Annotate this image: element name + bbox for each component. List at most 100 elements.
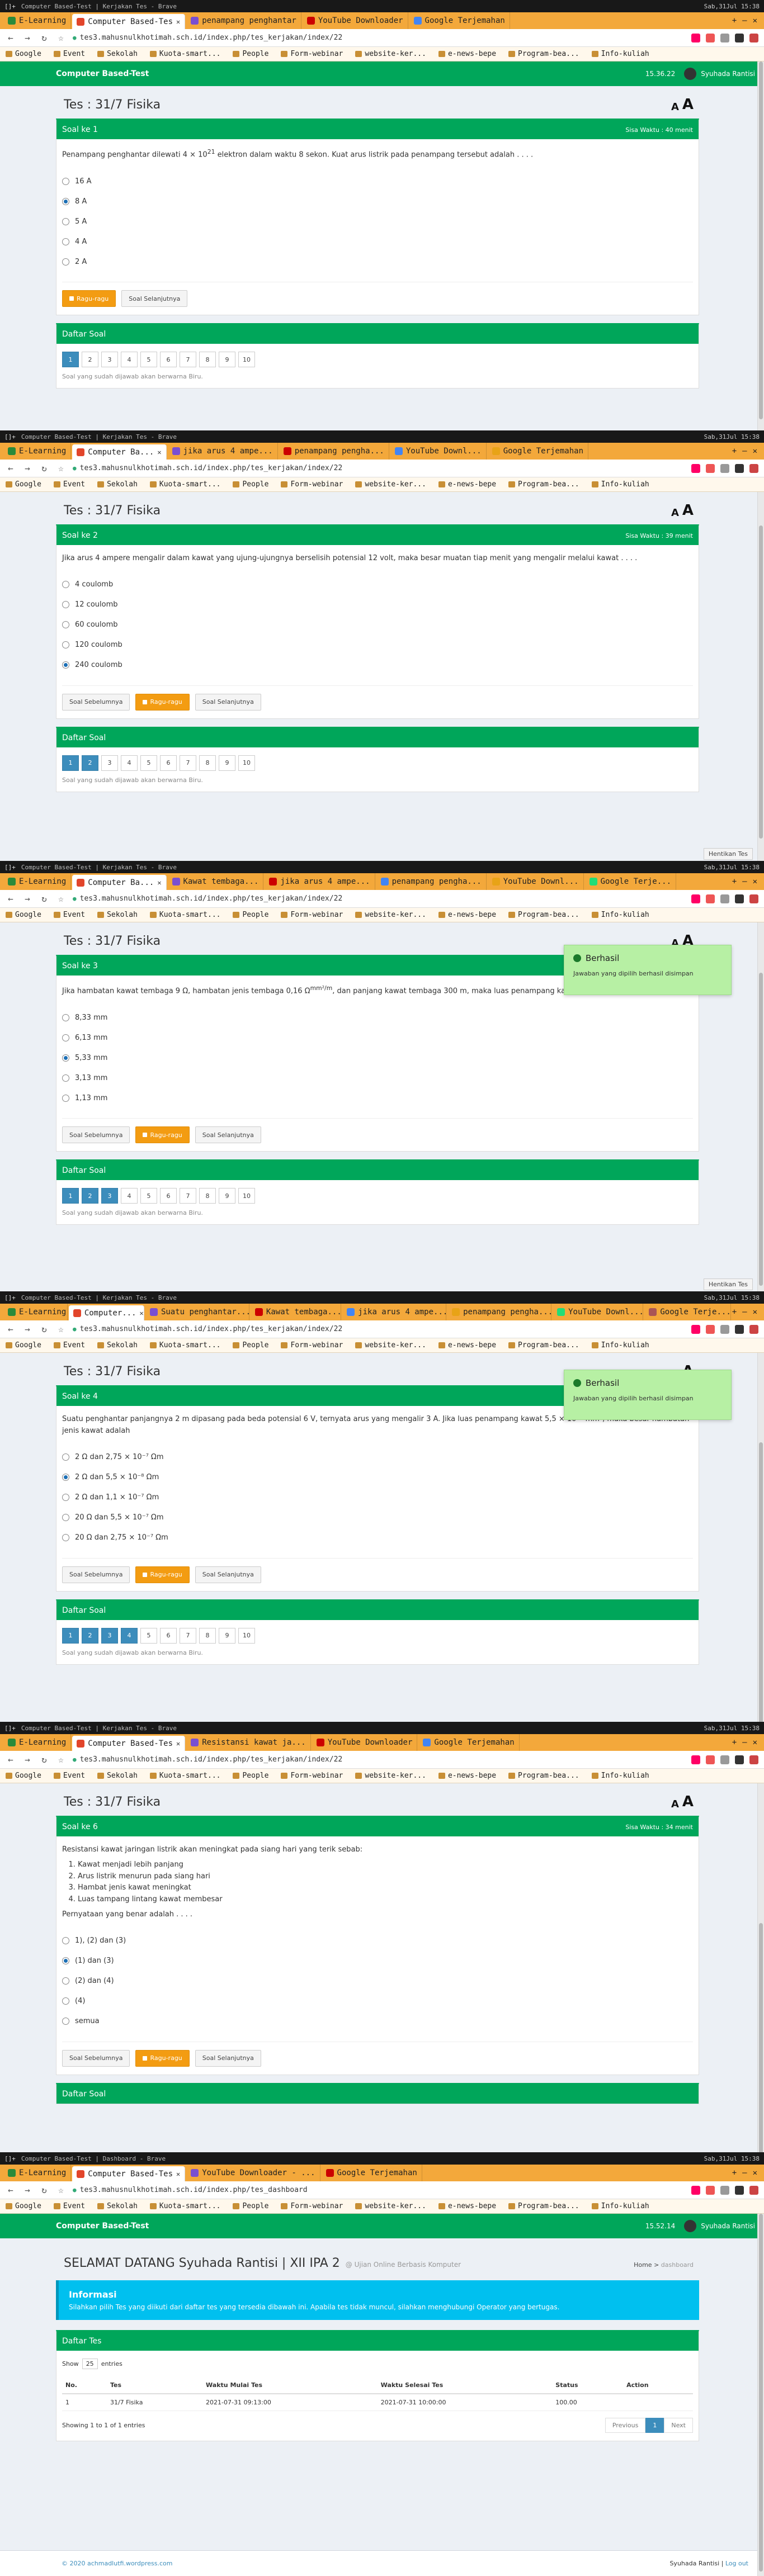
extension-icon[interactable] <box>749 2185 758 2195</box>
answer-option[interactable]: 1,13 mm <box>62 1088 693 1108</box>
bookmark-item[interactable]: Event <box>53 1341 85 1349</box>
radio-button[interactable] <box>62 1977 69 1985</box>
browser-tab[interactable]: E-Learning <box>3 1304 68 1320</box>
question-number-button[interactable]: 9 <box>219 755 235 771</box>
minimize-icon[interactable]: – <box>742 16 747 25</box>
browser-tab[interactable]: E-Learning <box>3 12 72 29</box>
url-field[interactable]: ● tes3.mahusnulkhotimah.sch.id/index.php/… <box>73 1755 685 1764</box>
radio-button[interactable] <box>62 1937 69 1945</box>
answer-option[interactable]: 20 Ω dan 5,5 × 10⁻⁷ Ωm <box>62 1508 693 1528</box>
question-number-button[interactable]: 6 <box>160 1627 177 1644</box>
question-number-button[interactable]: 1 <box>62 1188 79 1204</box>
scrollbar[interactable] <box>757 1783 764 2152</box>
bookmark-item[interactable]: Sekolah <box>97 911 138 919</box>
bookmark-item[interactable]: Google <box>6 911 41 919</box>
minimize-icon[interactable]: – <box>742 1738 747 1747</box>
bookmark-item[interactable]: People <box>233 911 268 919</box>
bookmark-item[interactable]: Sekolah <box>97 480 138 489</box>
scrollbar-thumb[interactable] <box>759 973 763 1286</box>
answer-option[interactable]: 60 coulomb <box>62 615 693 635</box>
footer-credit[interactable]: © 2020 achmadlutfi.wordpress.com <box>62 2560 172 2567</box>
bookmark-item[interactable]: Sekolah <box>97 2202 138 2210</box>
browser-tab[interactable]: YouTube Downloader <box>303 12 408 29</box>
radio-button[interactable] <box>62 217 69 225</box>
question-number-button[interactable]: 5 <box>140 755 157 771</box>
scrollbar-thumb[interactable] <box>759 1923 763 2152</box>
reload-icon[interactable]: ↻ <box>39 32 49 43</box>
doubtful-button[interactable]: Ragu-ragu <box>135 693 190 711</box>
answer-option[interactable]: 8,33 mm <box>62 1007 693 1027</box>
answer-option[interactable]: 4 A <box>62 231 693 252</box>
extension-icon[interactable] <box>706 463 715 473</box>
question-number-button[interactable]: 5 <box>140 352 157 368</box>
user-menu[interactable]: Syuhada Rantisi <box>684 2220 755 2232</box>
bookmark-item[interactable]: e-news-bepe <box>438 911 496 919</box>
browser-tab[interactable]: Google Terjemahan <box>488 443 589 460</box>
extension-icon[interactable] <box>735 33 744 42</box>
extension-icon[interactable] <box>735 894 744 903</box>
bookmark-item[interactable]: Info-kuliah <box>591 1341 649 1349</box>
bookmark-item[interactable]: Google <box>6 1341 41 1349</box>
reload-icon[interactable]: ↻ <box>39 893 49 904</box>
answer-option[interactable]: (1) dan (3) <box>62 1951 693 1971</box>
answer-option[interactable]: 2 A <box>62 252 693 272</box>
bookmark-item[interactable]: Sekolah <box>97 1772 138 1780</box>
column-header[interactable]: Tes <box>106 2377 203 2394</box>
scrollbar[interactable] <box>757 61 764 430</box>
question-number-button[interactable]: 9 <box>219 1188 235 1204</box>
extension-icon[interactable] <box>735 463 744 473</box>
bookmark-item[interactable]: e-news-bepe <box>438 2202 496 2210</box>
browser-tab[interactable]: Google Terje... <box>585 873 677 890</box>
bookmark-item[interactable]: Program-bea... <box>508 480 579 489</box>
close-window-icon[interactable]: ✕ <box>753 16 757 25</box>
extension-icon[interactable] <box>749 33 758 42</box>
browser-tab[interactable]: Computer Ba... ✕ <box>72 444 167 460</box>
stop-test-button[interactable]: Hentikan Tes <box>703 1278 753 1290</box>
forward-icon[interactable]: → <box>22 1324 32 1334</box>
minimize-icon[interactable]: – <box>742 447 747 456</box>
radio-button[interactable] <box>62 2018 69 2025</box>
bookmark-item[interactable]: Kuota-smart... <box>149 1341 220 1349</box>
scrollbar-thumb[interactable] <box>759 525 763 839</box>
scrollbar-thumb[interactable] <box>759 1442 763 1722</box>
question-number-button[interactable]: 6 <box>160 755 177 771</box>
close-window-icon[interactable]: ✕ <box>753 1738 757 1747</box>
browser-tab[interactable]: Computer Based-Tes ✕ <box>72 14 186 29</box>
url-field[interactable]: ● tes3.mahusnulkhotimah.sch.id/index.php/… <box>73 464 685 472</box>
radio-button[interactable] <box>62 1474 69 1481</box>
extension-icon[interactable] <box>720 463 729 473</box>
bookmark-item[interactable]: website-ker... <box>355 480 426 489</box>
next-question-button[interactable]: Soal Selanjutnya <box>195 1566 261 1583</box>
url-field[interactable]: ● tes3.mahusnulkhotimah.sch.id/index.php/… <box>73 34 685 42</box>
question-number-button[interactable]: 6 <box>160 352 177 368</box>
bookmark-item[interactable]: Program-bea... <box>508 2202 579 2210</box>
doubtful-button[interactable]: Ragu-ragu <box>135 1126 190 1144</box>
back-icon[interactable]: ← <box>6 1324 16 1334</box>
bookmark-item[interactable]: Event <box>53 50 85 58</box>
browser-tab[interactable]: Computer... ✕ <box>68 1305 144 1320</box>
bookmark-item[interactable]: website-ker... <box>355 2202 426 2210</box>
question-number-button[interactable]: 7 <box>180 352 196 368</box>
answer-option[interactable]: 5,33 mm <box>62 1048 693 1068</box>
extension-icon[interactable] <box>706 2185 715 2195</box>
question-number-button[interactable]: 3 <box>101 1627 118 1644</box>
extension-icon[interactable] <box>735 1324 744 1334</box>
column-header[interactable]: Status <box>552 2377 624 2394</box>
answer-option[interactable]: 120 coulomb <box>62 635 693 655</box>
bookmark-item[interactable]: Google <box>6 1772 41 1780</box>
radio-button[interactable] <box>62 601 69 609</box>
close-window-icon[interactable]: ✕ <box>753 447 757 456</box>
doubtful-button[interactable]: Ragu-ragu <box>135 1566 190 1583</box>
font-smaller-button[interactable]: A <box>671 507 679 519</box>
bookmark-item[interactable]: Form-webinar <box>281 911 343 919</box>
answer-option[interactable]: 6,13 mm <box>62 1027 693 1048</box>
question-number-button[interactable]: 10 <box>238 1188 255 1204</box>
prev-question-button[interactable]: Soal Sebelumnya <box>62 1126 130 1144</box>
browser-tab[interactable]: Kawat tembaga... <box>168 873 264 890</box>
forward-icon[interactable]: → <box>22 32 32 43</box>
extension-icon[interactable] <box>720 1755 729 1764</box>
close-window-icon[interactable]: ✕ <box>753 1308 757 1317</box>
bookmark-item[interactable]: e-news-bepe <box>438 1772 496 1780</box>
close-icon[interactable]: ✕ <box>140 1309 144 1317</box>
question-number-button[interactable]: 7 <box>180 755 196 771</box>
